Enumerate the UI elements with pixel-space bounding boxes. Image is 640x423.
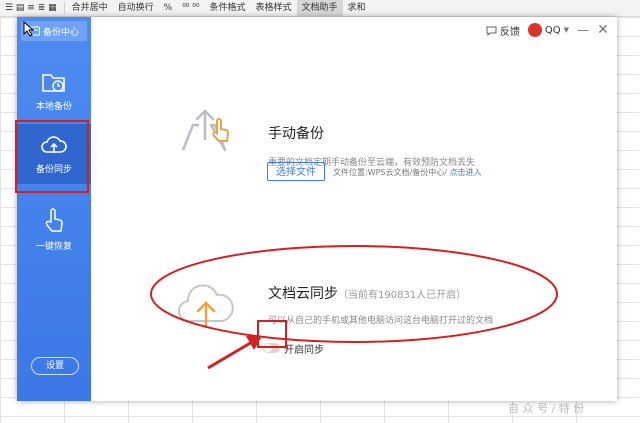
local-backup-icon [42, 74, 65, 92]
cloud-sync-icon [178, 284, 234, 329]
ribbon-doc-assistant[interactable]: 文档助手 [296, 0, 343, 16]
avatar [527, 23, 542, 37]
file-location-text: 文件位置:WPS云文档/备份中心/ [333, 168, 447, 177]
close-icon[interactable]: ✕ [597, 22, 609, 38]
ribbon-merge-center[interactable]: 合并居中 [67, 0, 113, 16]
ribbon-sum[interactable]: 求和 [343, 0, 371, 16]
watermark-text: 自 众 号 / 特 份 [508, 402, 585, 415]
sidebar: 备份中心 本地备份 备份同步 一键恢复 设置 [17, 17, 91, 401]
enter-link[interactable]: 点击进入 [449, 168, 481, 177]
file-location: 文件位置:WPS云文档/备份中心/ 点击进入 [333, 167, 481, 178]
sidebar-item-label: 一键恢复 [35, 242, 72, 252]
hand-tap-icon [45, 208, 63, 232]
chat-bubble-icon [486, 26, 497, 36]
ribbon-separator [63, 2, 65, 14]
sidebar-title: 备份中心 [21, 21, 87, 41]
ribbon-percent[interactable]: % [159, 0, 178, 16]
sidebar-item-local-backup[interactable]: 本地备份 [17, 61, 91, 121]
account-menu[interactable]: QQ ▼ [527, 23, 569, 37]
sidebar-item-one-click-restore[interactable]: 一键恢复 [17, 199, 91, 259]
sidebar-item-label: 备份同步 [35, 165, 72, 175]
feedback-button[interactable]: 反馈 [486, 23, 520, 38]
ribbon-number-format-icons[interactable]: ⁰⁰ ⁰⁰ [177, 0, 204, 16]
sidebar-title-label: 备份中心 [42, 27, 79, 38]
settings-button[interactable]: 设置 [31, 357, 79, 375]
ribbon-conditional-format[interactable]: 条件格式 [205, 0, 251, 16]
sync-toggle[interactable] [263, 343, 280, 353]
dialog-titlebar: 反馈 QQ ▼ — ✕ [91, 17, 617, 43]
cloud-sync-title-text: 文档云同步 [268, 286, 338, 302]
ribbon-wrap-text[interactable]: 自动换行 [113, 0, 159, 16]
cloud-upload-icon [41, 136, 67, 153]
choose-file-button[interactable]: 选择文件 [267, 162, 325, 181]
cloud-sync-desc: 可以从自己的手机或其他电脑访问这台电脑打开过的文档 [268, 316, 494, 326]
manual-upload-icon [181, 109, 229, 152]
ribbon-table-style[interactable]: 表格样式 [251, 0, 297, 16]
feedback-label: 反馈 [499, 26, 520, 38]
chevron-down-icon: ▼ [563, 26, 569, 34]
cloud-sync-count-note: （当前有190831人已开启） [338, 290, 467, 301]
account-label: QQ [544, 24, 561, 36]
manual-backup-title: 手动备份 [268, 126, 324, 142]
main-content: 手动备份 重要的文档定期手动备份至云端，有效预防文档丢失 选择文件 文件位置:W… [91, 43, 617, 401]
backup-center-dialog: 备份中心 本地备份 备份同步 一键恢复 设置 反馈 QQ ▼ — ✕ 手动备份 … [17, 17, 617, 401]
format-icons[interactable]: ☰ ▤ ≡ ≣ ▦ [0, 0, 62, 16]
sidebar-item-label: 本地备份 [35, 102, 72, 112]
cloud-sync-title: 文档云同步（当前有190831人已开启） [268, 283, 466, 303]
backup-center-icon [29, 26, 40, 36]
minimize-icon[interactable]: — [577, 23, 589, 37]
toolbar-ribbon: ☰ ▤ ≡ ≣ ▦ 合并居中 自动换行 % ⁰⁰ ⁰⁰ 条件格式 表格样式 文档… [0, 0, 640, 17]
sync-toggle-label: 开启同步 [284, 345, 324, 356]
sidebar-item-backup-sync[interactable]: 备份同步 [17, 124, 91, 184]
